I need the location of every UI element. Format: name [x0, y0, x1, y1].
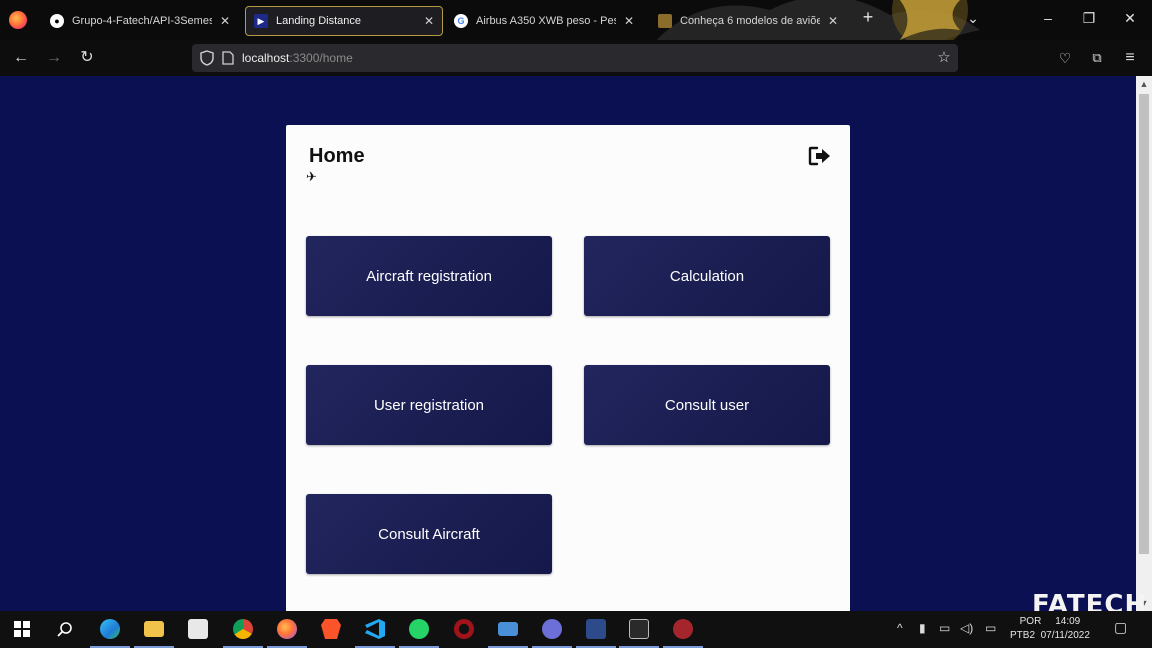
consult-aircraft-button[interactable]: Consult Aircraft	[306, 494, 552, 574]
network-icon[interactable]: ▭	[939, 621, 950, 635]
browser-nav-bar: ← → ↻ localhost:3300/home ☆ ♡ ⧉ ≡	[0, 40, 1152, 76]
back-icon[interactable]: ←	[11, 48, 31, 68]
keyboard-icon[interactable]: ▭	[985, 621, 996, 635]
reload-icon[interactable]: ↻	[77, 48, 97, 68]
page-viewport: Home ✈ Aircraft registration Calculation…	[0, 76, 1136, 611]
whatsapp-icon[interactable]	[399, 617, 439, 648]
scroll-thumb[interactable]	[1139, 94, 1149, 554]
aircraft-registration-button[interactable]: Aircraft registration	[306, 236, 552, 316]
extensions-icon[interactable]: ⧉	[1087, 48, 1107, 68]
github-icon: ●	[50, 14, 64, 28]
scroll-up-icon[interactable]: ▲	[1136, 76, 1152, 92]
forward-icon[interactable]: →	[44, 48, 64, 68]
app-icon: ▶	[254, 14, 268, 28]
page-scrollbar[interactable]: ▲ ▼	[1136, 76, 1152, 611]
close-tab-icon[interactable]: ✕	[624, 14, 634, 28]
app-window-icon[interactable]	[576, 617, 616, 648]
pocket-icon[interactable]: ♡	[1055, 48, 1075, 68]
home-card: Home ✈ Aircraft registration Calculation…	[286, 125, 850, 611]
shield-icon[interactable]	[200, 50, 214, 66]
firefox-icon[interactable]	[265, 611, 309, 648]
minimize-icon[interactable]: –	[1038, 10, 1058, 26]
page-info-icon[interactable]	[222, 51, 234, 65]
store-icon[interactable]	[186, 617, 210, 641]
calculation-button[interactable]: Calculation	[584, 236, 830, 316]
close-tab-icon[interactable]: ✕	[424, 14, 434, 28]
bookmark-star-icon[interactable]: ☆	[934, 48, 954, 68]
file-explorer-icon[interactable]	[134, 617, 174, 648]
tray-expand-icon[interactable]: ^	[897, 621, 903, 635]
tab-google-search[interactable]: G Airbus A350 XWB peso - Pesq ✕	[446, 6, 642, 36]
list-tabs-icon[interactable]: ⌄	[963, 10, 983, 27]
windows-start-icon[interactable]	[10, 617, 34, 641]
close-tab-icon[interactable]: ✕	[220, 14, 230, 28]
hamburger-menu-icon[interactable]: ≡	[1120, 48, 1140, 68]
volume-icon[interactable]: ◁)	[960, 621, 973, 635]
tray-clock[interactable]: POR 14:09 PTB2 07/11/2022	[1010, 615, 1090, 643]
close-tab-icon[interactable]: ✕	[828, 14, 838, 28]
microphone-icon[interactable]: ▮	[919, 621, 926, 635]
consult-user-button[interactable]: Consult user	[584, 365, 830, 445]
browser-tab-bar: ● Grupo-4-Fatech/API-3Semestre ✕ ▶ Landi…	[0, 0, 1152, 40]
logout-icon[interactable]	[808, 145, 832, 167]
tab-conheca[interactable]: Conheça 6 modelos de aviões e ✕	[650, 6, 846, 36]
user-registration-button[interactable]: User registration	[306, 365, 552, 445]
airplane-icon: ✈	[306, 169, 317, 184]
address-bar[interactable]: localhost:3300/home	[192, 44, 958, 72]
tab-github[interactable]: ● Grupo-4-Fatech/API-3Semestre ✕	[42, 6, 238, 36]
vscode-icon[interactable]	[355, 617, 395, 648]
mail-icon[interactable]	[488, 617, 528, 648]
page-icon	[658, 14, 672, 28]
edge-icon[interactable]	[90, 617, 130, 648]
notifications-icon[interactable]: ▢	[1114, 619, 1127, 636]
tab-landing-distance[interactable]: ▶ Landing Distance ✕	[245, 6, 443, 36]
terminal-icon[interactable]	[619, 617, 659, 648]
opera-icon[interactable]	[452, 617, 476, 641]
brave-icon[interactable]	[319, 617, 343, 641]
windows-taskbar: ^ ▮ ▭ ◁) ▭ POR 14:09 PTB2 07/11/2022 ▢	[0, 611, 1152, 648]
discord-icon[interactable]	[532, 617, 572, 648]
restore-icon[interactable]: ❐	[1079, 10, 1099, 27]
firefox-menu-icon[interactable]	[9, 11, 27, 29]
search-icon[interactable]	[53, 617, 77, 641]
chrome-icon[interactable]	[223, 617, 263, 648]
new-tab-icon[interactable]: +	[858, 7, 878, 28]
page-title: Home	[309, 145, 365, 167]
access-icon[interactable]	[663, 617, 703, 648]
google-icon: G	[454, 14, 468, 28]
close-window-icon[interactable]: ✕	[1120, 10, 1140, 27]
url-text: localhost:3300/home	[242, 51, 353, 65]
